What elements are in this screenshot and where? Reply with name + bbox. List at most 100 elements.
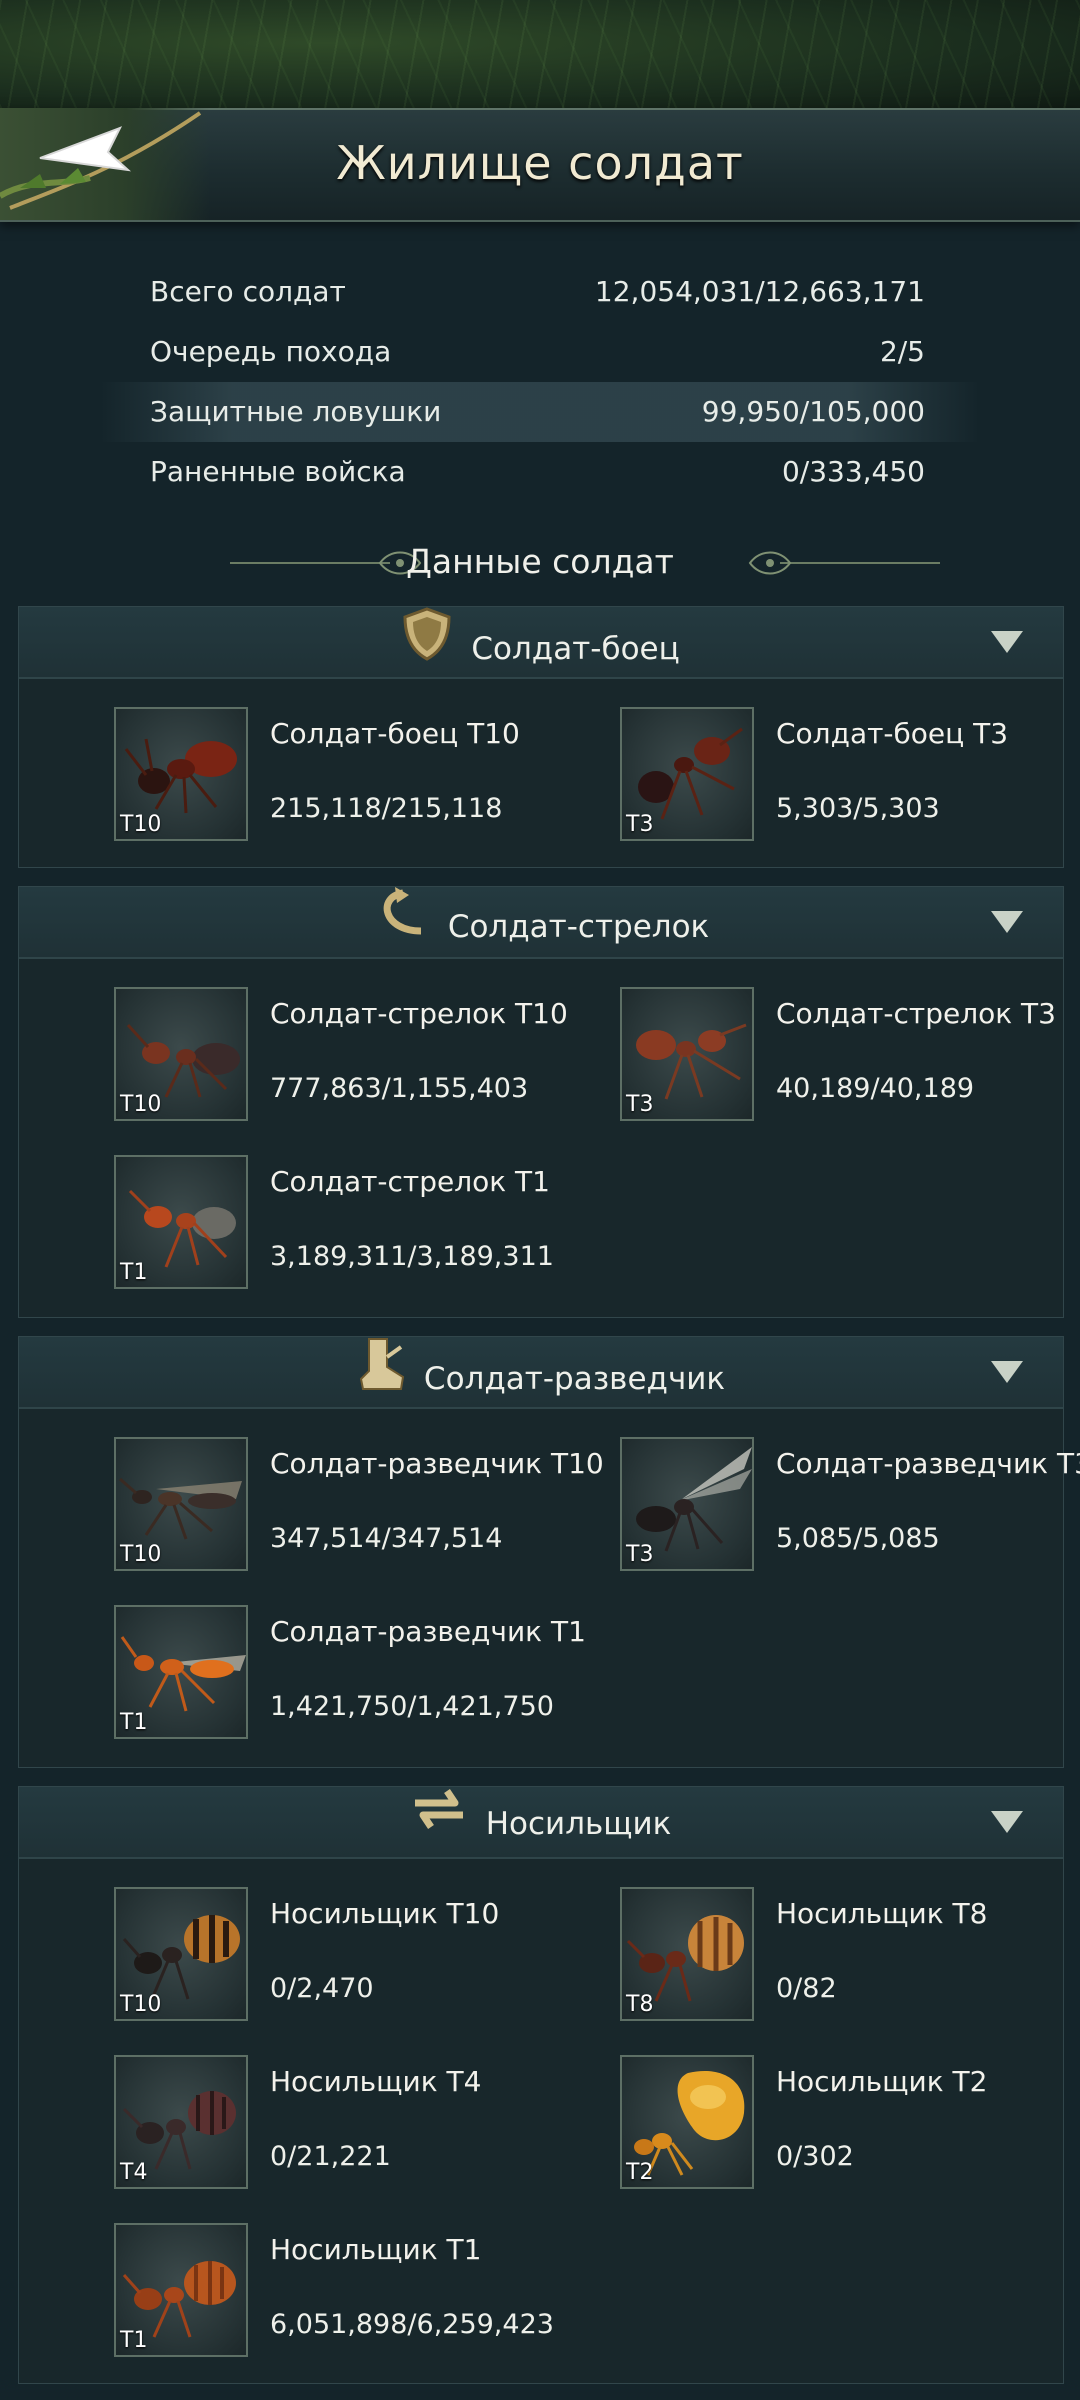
unit-count: 347,514/347,514	[270, 1523, 503, 1554]
unit-name: Солдат-боец T3	[776, 717, 1009, 750]
unit-count: 40,189/40,189	[776, 1073, 975, 1104]
summary-row-total-soldiers: Всего солдат 12,054,031/12,663,171	[100, 262, 980, 322]
section-label: Носильщик	[485, 1806, 672, 1842]
summary-row-march-queue: Очередь похода 2/5	[100, 322, 980, 382]
unit-count: 0/21,221	[270, 2141, 391, 2172]
page-title: Жилище солдат	[336, 136, 744, 190]
boot-icon	[357, 1337, 405, 1421]
chevron-down-icon	[991, 1361, 1023, 1383]
unit-count: 215,118/215,118	[270, 793, 503, 824]
unit-thumbnail: T3	[620, 707, 754, 841]
unit-count: 777,863/1,155,403	[270, 1073, 529, 1104]
section-fighter: Солдат-боец T10 Солдат-боец T10 215,118/…	[18, 606, 1064, 868]
unit-card[interactable]: T1 Солдат-разведчик T1 1,421,750/1,421,7…	[114, 1605, 614, 1745]
summary-row-wounded: Раненные войска 0/333,450	[100, 442, 980, 502]
unit-name: Носильщик T4	[270, 2065, 482, 2098]
summary-stats: Всего солдат 12,054,031/12,663,171 Очере…	[100, 262, 980, 502]
tier-badge: T1	[120, 1710, 148, 1735]
unit-card[interactable]: T3 Солдат-разведчик T3 5,085/5,085	[620, 1437, 1080, 1577]
unit-count: 6,051,898/6,259,423	[270, 2309, 554, 2340]
section-header-carrier[interactable]: Носильщик	[19, 1787, 1063, 1859]
chevron-down-icon	[991, 911, 1023, 933]
soldier-data-title: Данные солдат	[0, 532, 1080, 592]
tier-badge: T10	[120, 1992, 162, 2017]
unit-name: Носильщик T8	[776, 1897, 988, 1930]
unit-card[interactable]: T10 Солдат-стрелок T10 777,863/1,155,403	[114, 987, 614, 1127]
section-label: Солдат-разведчик	[423, 1361, 726, 1397]
unit-thumbnail: T2	[620, 2055, 754, 2189]
transfer-arrows-icon	[411, 1787, 467, 1861]
tier-badge: T8	[626, 1992, 654, 2017]
unit-name: Солдат-разведчик T10	[270, 1447, 604, 1480]
unit-thumbnail: T4	[114, 2055, 248, 2189]
tier-badge: T1	[120, 2328, 148, 2353]
unit-card[interactable]: T10 Носильщик T10 0/2,470	[114, 1887, 614, 2027]
unit-thumbnail: T10	[114, 707, 248, 841]
unit-name: Солдат-стрелок T1	[270, 1165, 550, 1198]
unit-name: Носильщик T10	[270, 1897, 500, 1930]
unit-card[interactable]: T8 Носильщик T8 0/82	[620, 1887, 1080, 2027]
unit-thumbnail: T10	[114, 1887, 248, 2021]
unit-name: Солдат-стрелок T3	[776, 997, 1056, 1030]
unit-name: Носильщик T2	[776, 2065, 988, 2098]
tier-badge: T3	[626, 812, 654, 837]
chevron-down-icon	[991, 631, 1023, 653]
section-header-fighter[interactable]: Солдат-боец	[19, 607, 1063, 679]
summary-value: 12,054,031/12,663,171	[594, 275, 925, 308]
unit-card[interactable]: T10 Солдат-боец T10 215,118/215,118	[114, 707, 614, 847]
summary-label: Раненные войска	[150, 455, 406, 488]
unit-count: 3,189,311/3,189,311	[270, 1241, 554, 1272]
tier-badge: T4	[120, 2160, 148, 2185]
tier-badge: T2	[626, 2160, 654, 2185]
unit-name: Солдат-разведчик T1	[270, 1615, 586, 1648]
section-scout: Солдат-разведчик T10 Солдат-разведчик T1…	[18, 1336, 1080, 1768]
unit-card[interactable]: T3 Солдат-боец T3 5,303/5,303	[620, 707, 1080, 847]
unit-card[interactable]: T10 Солдат-разведчик T10 347,514/347,514	[114, 1437, 614, 1577]
unit-count: 1,421,750/1,421,750	[270, 1691, 554, 1722]
unit-count: 5,303/5,303	[776, 793, 940, 824]
tier-badge: T10	[120, 1092, 162, 1117]
tier-badge: T10	[120, 1542, 162, 1567]
unit-card[interactable]: T1 Носильщик T1 6,051,898/6,259,423	[114, 2223, 614, 2363]
chevron-down-icon	[991, 1811, 1023, 1833]
unit-card[interactable]: T4 Носильщик T4 0/21,221	[114, 2055, 614, 2195]
unit-name: Солдат-стрелок T10	[270, 997, 568, 1030]
summary-label: Очередь похода	[150, 335, 392, 368]
unit-thumbnail: T1	[114, 1605, 248, 1739]
section-title: Данные солдат	[406, 542, 674, 581]
unit-name: Солдат-разведчик T3	[776, 1447, 1080, 1480]
unit-thumbnail: T1	[114, 2223, 248, 2357]
unit-thumbnail: T10	[114, 987, 248, 1121]
summary-value: 2/5	[879, 335, 925, 368]
shield-icon	[402, 607, 452, 691]
unit-count: 0/2,470	[270, 1973, 374, 2004]
top-decoration	[0, 0, 1080, 108]
unit-thumbnail: T8	[620, 1887, 754, 2021]
summary-label: Защитные ловушки	[150, 395, 442, 428]
unit-count: 5,085/5,085	[776, 1523, 940, 1554]
unit-thumbnail: T3	[620, 1437, 754, 1571]
unit-card[interactable]: T2 Носильщик T2 0/302	[620, 2055, 1080, 2195]
unit-thumbnail: T10	[114, 1437, 248, 1571]
summary-row-defense-traps: Защитные ловушки 99,950/105,000	[100, 382, 980, 442]
unit-thumbnail: T1	[114, 1155, 248, 1289]
unit-card[interactable]: T3 Солдат-стрелок T3 40,189/40,189	[620, 987, 1080, 1127]
tier-badge: T3	[626, 1542, 654, 1567]
section-archer: Солдат-стрелок T10 Солдат-стрелок T10 77…	[18, 886, 1064, 1318]
section-header-scout[interactable]: Солдат-разведчик	[19, 1337, 1063, 1409]
unit-card[interactable]: T1 Солдат-стрелок T1 3,189,311/3,189,311	[114, 1155, 614, 1295]
bow-icon	[373, 887, 429, 967]
section-carrier: Носильщик T10 Носильщик T10 0/2,470 T8 Н…	[18, 1786, 1064, 2384]
tier-badge: T1	[120, 1260, 148, 1285]
section-label: Солдат-стрелок	[447, 909, 710, 945]
unit-count: 0/82	[776, 1973, 837, 2004]
summary-value: 99,950/105,000	[701, 395, 925, 428]
section-label: Солдат-боец	[471, 631, 680, 667]
unit-name: Солдат-боец T10	[270, 717, 520, 750]
section-header-archer[interactable]: Солдат-стрелок	[19, 887, 1063, 959]
tier-badge: T3	[626, 1092, 654, 1117]
summary-value: 0/333,450	[781, 455, 925, 488]
tier-badge: T10	[120, 812, 162, 837]
summary-label: Всего солдат	[150, 275, 346, 308]
unit-count: 0/302	[776, 2141, 854, 2172]
